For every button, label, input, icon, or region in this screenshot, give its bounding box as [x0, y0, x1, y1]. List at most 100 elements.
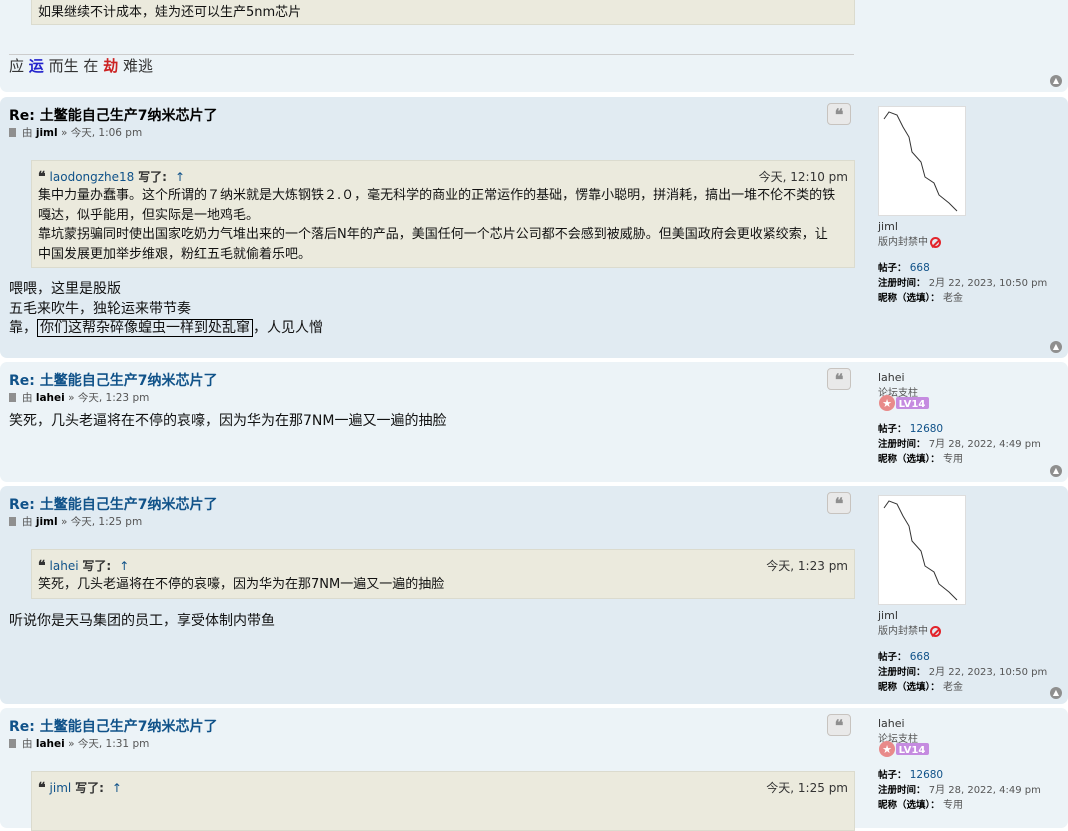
avatar-sketch: [883, 500, 958, 601]
post-title[interactable]: Re: 土鳖能自己生产7纳米芯片了: [9, 370, 218, 390]
quote-icon: ❝: [834, 494, 844, 513]
nick-label: 昵称（选填）：: [878, 454, 940, 465]
user-rank: 版内封禁中: [878, 622, 1047, 637]
username[interactable]: jiml: [878, 609, 1047, 622]
joined-label: 注册时间：: [878, 785, 926, 796]
author-link[interactable]: lahei: [36, 392, 65, 404]
post-icon[interactable]: [9, 128, 16, 137]
nick-label: 昵称（选填）：: [878, 800, 940, 811]
post-content: 听说你是天马集团的员工，享受体制内带鱼: [9, 613, 275, 629]
quote-icon: ❝: [834, 105, 844, 124]
quote-time: 今天, 1:25 pm: [766, 781, 848, 795]
post-time: 今天, 1:31 pm: [77, 738, 150, 750]
profile-nick: 昵称（选填）： 专用: [878, 450, 1041, 465]
meta-sep: »: [68, 738, 75, 750]
meta-sep: »: [60, 516, 68, 528]
sig-part: 在: [83, 57, 99, 75]
user-profile: jiml 版内封禁中 帖子： 668 注册时间： 2月 22, 2023, 10…: [878, 609, 1047, 693]
profile-joined: 注册时间： 7月 28, 2022, 4:49 pm: [878, 435, 1041, 450]
joined-date: 7月 28, 2022, 4:49 pm: [928, 785, 1041, 796]
view-quoted-post-icon[interactable]: ↑: [112, 781, 122, 795]
by-label: 由: [22, 392, 33, 404]
by-label: 由: [22, 738, 33, 750]
level-badge-icon: ★ LV14: [878, 740, 930, 758]
joined-date: 2月 22, 2023, 10:50 pm: [928, 667, 1048, 678]
quote-author-link[interactable]: laodongzhe18: [50, 170, 135, 184]
posts-label: 帖子：: [878, 263, 907, 274]
joined-label: 注册时间：: [878, 278, 926, 289]
quote-line: 嘎达，似乎能用，但实际是一地鸡毛。: [38, 207, 260, 223]
post-meta: 由 lahei » 今天, 1:23 pm: [9, 390, 149, 405]
badge-text: LV14: [899, 745, 926, 756]
profile-posts: 帖子： 668: [878, 260, 1047, 274]
author-link[interactable]: jiml: [36, 127, 58, 139]
post-title[interactable]: Re: 土鳖能自己生产7纳米芯片了: [9, 716, 218, 736]
sig-part: 劫: [103, 57, 119, 75]
posts-count[interactable]: 12680: [910, 769, 943, 781]
post-icon[interactable]: [9, 393, 16, 402]
post-time: 今天, 1:25 pm: [70, 516, 143, 528]
meta-sep: »: [68, 392, 75, 404]
quote-line: 中国发展更加举步维艰，粉红五毛就偷着乐吧。: [38, 246, 312, 262]
back-to-top-icon[interactable]: ▲: [1050, 75, 1062, 87]
post-icon[interactable]: [9, 517, 16, 526]
post-title[interactable]: Re: 土鳖能自己生产7纳米芯片了: [9, 494, 218, 514]
user-rank: 版内封禁中: [878, 233, 1047, 248]
quote-button[interactable]: ❝: [827, 368, 851, 390]
avatar[interactable]: [878, 106, 966, 216]
author-link[interactable]: lahei: [36, 738, 65, 750]
quote-time: 今天, 12:10 pm: [758, 170, 848, 184]
quote-button[interactable]: ❝: [827, 492, 851, 514]
user-profile-stats: 帖子： 12680 注册时间： 7月 28, 2022, 4:49 pm 昵称（…: [878, 767, 1041, 811]
post-content: 笑死，几头老逼将在不停的哀嚎，因为华为在那7NM一遍又一遍的抽脸: [9, 413, 447, 429]
post-meta: 由 jiml » 今天, 1:06 pm: [9, 125, 142, 140]
svg-text:★: ★: [882, 743, 892, 756]
content-line: 五毛来吹牛，独轮运来带节奏: [9, 300, 191, 317]
quote-line: 集中力量办蠢事。这个所谓的７纳米就是大炼钢铁２.０，毫无科学的商业的正常运作的基…: [38, 188, 836, 203]
quote-button[interactable]: ❝: [827, 103, 851, 125]
post-time: 今天, 1:06 pm: [70, 127, 143, 139]
sig-part: 难逃: [122, 57, 153, 75]
quote-block: ❝ lahei 写了: ↑ 今天, 1:23 pm 笑死，几头老逼将在不停的哀嚎，因…: [31, 549, 855, 599]
avatar[interactable]: [878, 495, 966, 605]
signature-divider: [9, 54, 854, 55]
quote-button[interactable]: ❝: [827, 714, 851, 736]
nick-value: 专用: [942, 800, 963, 811]
post-1: Re: 土鳖能自己生产7纳米芯片了 由 jiml » 今天, 1:06 pm ❝…: [0, 97, 1068, 358]
quote-text: 如果继续不计成本，娃为还可以生产5nm芯片: [38, 5, 302, 20]
username[interactable]: lahei: [878, 717, 918, 730]
quote-wrote: 写了:: [138, 170, 167, 184]
meta-sep: »: [60, 127, 68, 139]
post-meta: 由 lahei » 今天, 1:31 pm: [9, 736, 149, 751]
post-title[interactable]: Re: 土鳖能自己生产7纳米芯片了: [9, 105, 218, 125]
view-quoted-post-icon[interactable]: ↑: [175, 170, 185, 184]
back-to-top-icon[interactable]: ▲: [1050, 687, 1062, 699]
avatar-sketch: [883, 111, 958, 212]
posts-count[interactable]: 668: [910, 651, 930, 663]
post-time: 今天, 1:23 pm: [77, 392, 150, 404]
content-line: 靠， 你们这帮杂碎像蝗虫一样到处乱窜 ，人见人憎: [9, 319, 323, 339]
back-to-top-icon[interactable]: ▲: [1050, 465, 1062, 477]
posts-count[interactable]: 668: [910, 262, 930, 274]
by-label: 由: [22, 127, 33, 139]
sig-part: 运: [28, 57, 44, 75]
nick-value: 老金: [942, 293, 963, 304]
quote-text: 笑死，几头老逼将在不停的哀嚎，因为华为在那7NM一遍又一遍的抽脸: [38, 577, 445, 592]
back-to-top-icon[interactable]: ▲: [1050, 341, 1062, 353]
by-label: 由: [22, 516, 33, 528]
quote-author-link[interactable]: lahei: [50, 559, 79, 573]
rank-text: 版内封禁中: [878, 626, 928, 637]
posts-count[interactable]: 12680: [910, 423, 943, 435]
joined-label: 注册时间：: [878, 667, 926, 678]
sig-part: 应: [9, 57, 25, 75]
nick-value: 老金: [942, 682, 963, 693]
quote-author-link[interactable]: jiml: [50, 781, 72, 795]
svg-text:★: ★: [882, 397, 892, 410]
view-quoted-post-icon[interactable]: ↑: [119, 559, 129, 573]
profile-nick: 昵称（选填）： 老金: [878, 289, 1047, 304]
username[interactable]: jiml: [878, 220, 1047, 233]
username[interactable]: lahei: [878, 371, 918, 384]
author-link[interactable]: jiml: [36, 516, 58, 528]
post-icon[interactable]: [9, 739, 16, 748]
quote-block: ❝ laodongzhe18 写了: ↑ 今天, 12:10 pm 集中力量办蠢事。…: [31, 160, 855, 268]
